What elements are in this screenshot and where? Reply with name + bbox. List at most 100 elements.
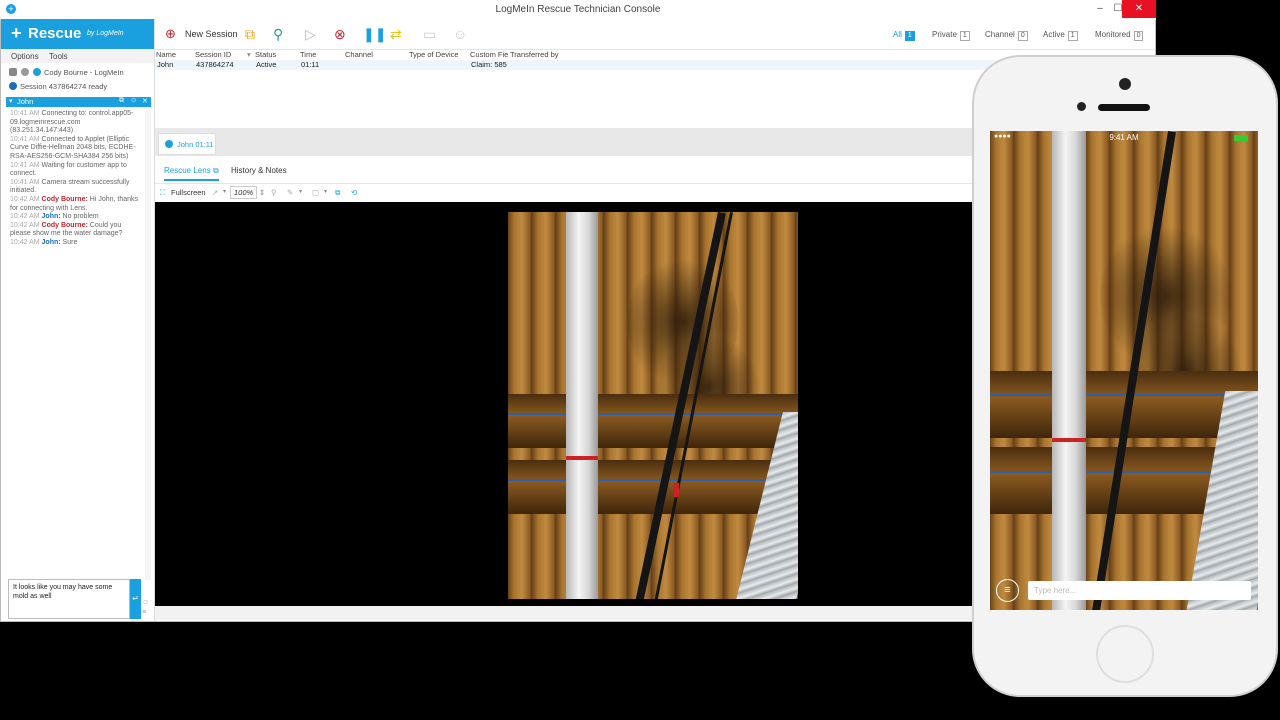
refresh-icon[interactable]: ⟲: [351, 188, 357, 197]
emoji-icon[interactable]: ☺: [142, 599, 149, 606]
col-transferred[interactable]: Transferred by: [510, 50, 559, 59]
left-panel: + Rescue by LogMeIn Options Tools Cody B…: [1, 19, 155, 621]
chevron-down-icon[interactable]: ▾: [299, 188, 302, 195]
chat-sender: Cody Bourne:: [41, 195, 88, 203]
chevron-down-icon[interactable]: ▾: [223, 188, 226, 195]
filter-channel[interactable]: Channel 0: [985, 30, 1028, 41]
window-title: LogMeIn Rescue Technician Console: [495, 4, 661, 15]
hold-icon[interactable]: ❚❚: [363, 27, 386, 41]
chat-time: 10:41 AM: [10, 110, 40, 117]
fullscreen-button[interactable]: Fullscreen: [171, 188, 206, 197]
send-button[interactable]: ↵: [130, 579, 141, 619]
home-button[interactable]: [1096, 625, 1154, 683]
chat-message: 10:42 AM John: Sure: [10, 239, 142, 248]
chat-message: 10:41 AM Connecting to: control.app05-09…: [10, 110, 142, 136]
camera-viewer[interactable]: [155, 202, 972, 606]
session-tab-john[interactable]: John 01:11: [158, 133, 216, 155]
phone-chat-input[interactable]: Type here...: [1028, 581, 1251, 600]
binoculars-icon[interactable]: ⚲: [273, 27, 283, 41]
filter-monitored[interactable]: Monitored 0: [1095, 30, 1144, 41]
user-icon[interactable]: ☺: [130, 97, 137, 104]
menu-options[interactable]: Options: [11, 52, 39, 61]
search-icon[interactable]: ⚲: [271, 188, 277, 197]
rescue-plus-icon: +: [11, 23, 22, 43]
session-status: Session 437864274 ready: [20, 82, 108, 91]
chat-input[interactable]: It looks like you may have some mold as …: [8, 579, 130, 619]
new-session-icon[interactable]: ⊕: [165, 27, 176, 41]
filter-private[interactable]: Private 1: [932, 30, 970, 41]
screenshot-icon[interactable]: ⧉: [335, 188, 340, 198]
filter-all[interactable]: All 1: [893, 30, 915, 41]
brand-name: Rescue: [28, 25, 82, 42]
phone-screen: [990, 131, 1258, 610]
close-chat-icon[interactable]: ✕: [142, 97, 148, 105]
end-session-icon[interactable]: ⊗: [334, 27, 346, 41]
row-status: Active: [256, 60, 277, 69]
chat-message: 10:41 AM Connected to Applet (Elliptic C…: [10, 136, 142, 162]
session-subtabs: Rescue Lens ⧉ History & Notes: [155, 157, 972, 184]
chat-scrollbar[interactable]: [145, 110, 151, 580]
close-button[interactable]: ✕: [1122, 0, 1156, 18]
phone-camera: [1119, 78, 1131, 90]
minimize-button[interactable]: –: [1090, 0, 1110, 18]
col-custom[interactable]: Custom Fie: [470, 50, 508, 59]
tab-history-notes[interactable]: History & Notes: [231, 166, 287, 175]
canned-message-icon[interactable]: ≡: [142, 609, 146, 616]
filter-active[interactable]: Active 1: [1043, 30, 1078, 41]
chat-sender: John:: [41, 238, 61, 246]
chat-tab-john[interactable]: ▾ John ⧉ ☺ ✕: [6, 97, 151, 107]
chat-time: 10:42 AM: [10, 221, 40, 229]
phone-speaker: [1098, 104, 1150, 111]
info-icon: [9, 82, 17, 90]
row-session-id: 437864274: [196, 60, 234, 69]
menu-tools[interactable]: Tools: [49, 52, 68, 61]
session-status-icon: [165, 140, 173, 148]
chat-text: Sure: [62, 238, 78, 246]
sort-icon: ▾: [247, 50, 251, 59]
col-status[interactable]: Status: [255, 50, 276, 59]
technician-name: Cody Bourne - LogMeIn: [44, 68, 124, 77]
row-name: John: [157, 60, 174, 69]
chat-message: 10:42 AM Cody Bourne: Could you please s…: [10, 222, 142, 239]
fullscreen-icon[interactable]: ⛶: [160, 188, 165, 198]
chevron-down-icon[interactable]: ▾: [324, 188, 327, 195]
chat-message: 10:42 AM John: No problem: [10, 213, 142, 222]
camera-stream-image: [508, 212, 798, 599]
phone-status-bar: ●●●● 9:41 AM: [990, 131, 1258, 145]
shape-icon[interactable]: ▢: [312, 188, 319, 197]
status-icon: [33, 68, 41, 76]
technician-row: Cody Bourne - LogMeIn: [1, 66, 154, 79]
screen-icon[interactable]: ▭: [423, 27, 436, 41]
chat-transfer-icon[interactable]: ⇄: [390, 27, 402, 41]
external-link-icon: ⧉: [212, 166, 219, 175]
menu-bar: Options Tools: [1, 50, 154, 63]
col-device[interactable]: Type of Device: [409, 50, 459, 59]
session-status-row: Session 437864274 ready: [1, 80, 154, 93]
main-toolbar: ⊕ New Session ⧉ ⚲ ▷ ⊗ ❚❚ ⇄ ▭ ☺ All 1 Priv…: [155, 19, 1155, 50]
chat-time: 10:41 AM: [10, 178, 40, 186]
zoom-select[interactable]: 100%: [230, 186, 258, 199]
zoom-stepper[interactable]: ⇕: [259, 188, 265, 197]
menu-icon[interactable]: ≡: [996, 579, 1019, 602]
popout-icon[interactable]: ⧉: [119, 97, 124, 105]
transfer-icon[interactable]: ⧉: [245, 27, 255, 41]
col-session-id[interactable]: Session ID: [195, 50, 231, 59]
chat-message: 10:42 AM Cody Bourne: Hi John, thanks fo…: [10, 196, 142, 213]
pen-icon[interactable]: ✎: [287, 188, 293, 197]
chat-time: 10:42 AM: [10, 238, 40, 246]
col-name[interactable]: Name: [156, 50, 176, 59]
col-channel[interactable]: Channel: [345, 50, 373, 59]
row-custom: Claim: 585: [471, 60, 507, 69]
new-session-button[interactable]: New Session: [185, 29, 238, 39]
chat-tab-label: John: [17, 97, 34, 106]
chat-time: 10:42 AM: [10, 195, 40, 203]
start-icon[interactable]: ▷: [305, 27, 316, 41]
mic-icon: [21, 68, 29, 76]
user-add-icon[interactable]: ☺: [453, 27, 467, 41]
row-time: 01:11: [301, 60, 320, 69]
chat-log: 10:41 AM Connecting to: control.app05-09…: [10, 110, 142, 248]
brand-by: by LogMeIn: [87, 30, 124, 37]
pointer-icon[interactable]: ↗: [212, 188, 218, 197]
col-time[interactable]: Time: [300, 50, 316, 59]
tab-rescue-lens[interactable]: Rescue Lens ⧉: [164, 166, 219, 181]
